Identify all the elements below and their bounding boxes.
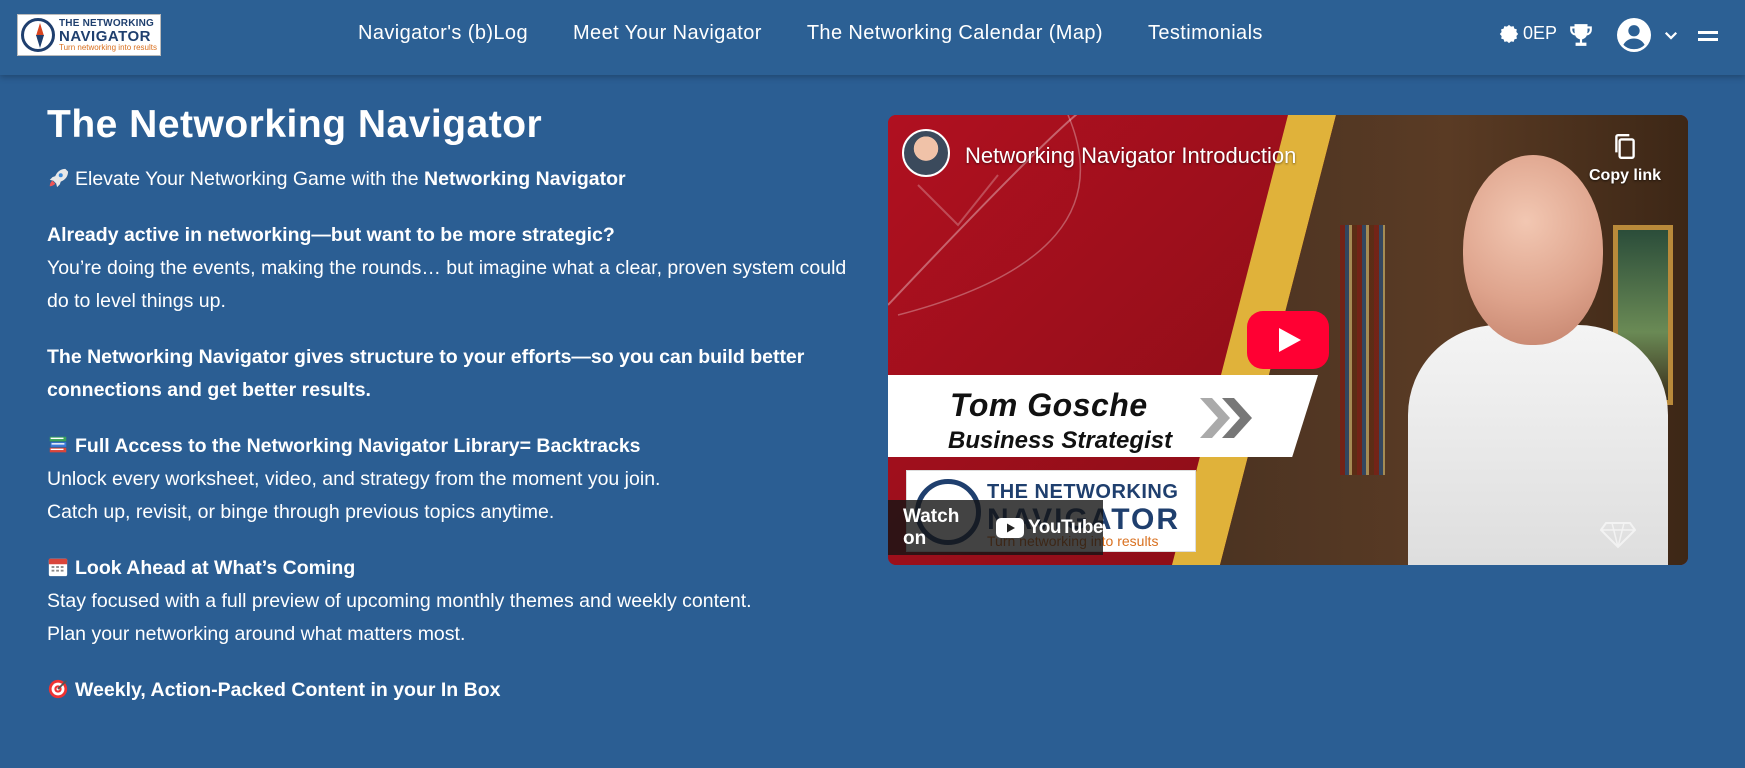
statement: The Networking Navigator gives structure… xyxy=(47,346,805,401)
section-heading-look-ahead: Look Ahead at What’s Coming xyxy=(47,552,867,585)
channel-avatar[interactable] xyxy=(902,129,950,177)
library-line-1: Unlock every worksheet, video, and strat… xyxy=(47,468,661,490)
presenter-name: Tom Gosche xyxy=(950,387,1148,423)
chevron-down-icon[interactable] xyxy=(1662,26,1680,44)
copy-icon xyxy=(1615,133,1635,159)
youtube-logo-icon xyxy=(996,517,1025,538)
presenter-image xyxy=(1408,155,1668,565)
target-icon xyxy=(48,679,68,699)
nav-link-blog[interactable]: Navigator's (b)Log xyxy=(358,22,528,45)
logo-tagline: Turn networking into results xyxy=(59,42,157,52)
question-body: You’re doing the events, making the roun… xyxy=(47,257,847,312)
rocket-icon xyxy=(49,168,69,188)
section-heading-library: Full Access to the Networking Navigator … xyxy=(47,430,867,463)
presenter-role: Business Strategist xyxy=(948,427,1173,454)
points-indicator[interactable]: 0EP xyxy=(1499,23,1557,44)
points-value: 0EP xyxy=(1523,23,1558,43)
diamond-watermark-icon xyxy=(1600,522,1636,549)
look-ahead-line-1: Stay focused with a full preview of upco… xyxy=(47,590,752,612)
nav-link-testimonials[interactable]: Testimonials xyxy=(1148,22,1263,45)
badge-icon xyxy=(1499,24,1519,43)
library-line-2: Catch up, revisit, or binge through prev… xyxy=(47,501,555,523)
look-ahead-line-2: Plan your networking around what matters… xyxy=(47,623,466,645)
double-chevron-icon xyxy=(1200,398,1252,438)
trophy-icon[interactable] xyxy=(1568,22,1594,48)
video-player[interactable]: Tom Gosche Business Strategist THE NETWO… xyxy=(888,115,1688,565)
logo-line1: THE NETWORKING xyxy=(59,17,155,29)
hamburger-menu-icon[interactable] xyxy=(1698,29,1718,43)
nav-link-meet-navigator[interactable]: Meet Your Navigator xyxy=(573,22,762,45)
logo-line2: NAVIGATOR xyxy=(59,27,152,45)
section-heading-text: Full Access to the Networking Navigator … xyxy=(75,435,641,457)
copy-link-button[interactable]: Copy link xyxy=(1580,133,1670,185)
section-heading-weekly: Weekly, Action-Packed Content in your In… xyxy=(47,674,867,707)
main-menu: Navigator's (b)Log Meet Your Navigator T… xyxy=(358,22,1308,45)
calendar-icon xyxy=(48,558,68,577)
play-button[interactable] xyxy=(1247,311,1329,369)
question-heading: Already active in networking—but want to… xyxy=(47,224,615,246)
video-title[interactable]: Networking Navigator Introduction xyxy=(965,143,1296,169)
intro-prefix: Elevate Your Networking Game with the xyxy=(75,168,425,190)
watch-on-youtube-button[interactable]: Watch on YouTube xyxy=(888,500,1103,555)
page-title: The Networking Navigator xyxy=(47,103,543,146)
intro-line: Elevate Your Networking Game with the Ne… xyxy=(47,163,867,196)
nav-link-calendar[interactable]: The Networking Calendar (Map) xyxy=(807,22,1103,45)
user-avatar-icon[interactable] xyxy=(1617,18,1651,52)
books-icon xyxy=(49,436,67,453)
intro-bold: Networking Navigator xyxy=(424,168,626,190)
section-heading-text: Weekly, Action-Packed Content in your In… xyxy=(75,679,501,701)
site-logo[interactable]: THE NETWORKING NAVIGATOR Turn networking… xyxy=(17,14,161,56)
top-nav: THE NETWORKING NAVIGATOR Turn networking… xyxy=(0,0,1745,75)
section-heading-text: Look Ahead at What’s Coming xyxy=(75,557,356,579)
main-content: The Networking Navigator Elevate Your Ne… xyxy=(47,103,867,707)
compass-icon xyxy=(21,18,55,52)
